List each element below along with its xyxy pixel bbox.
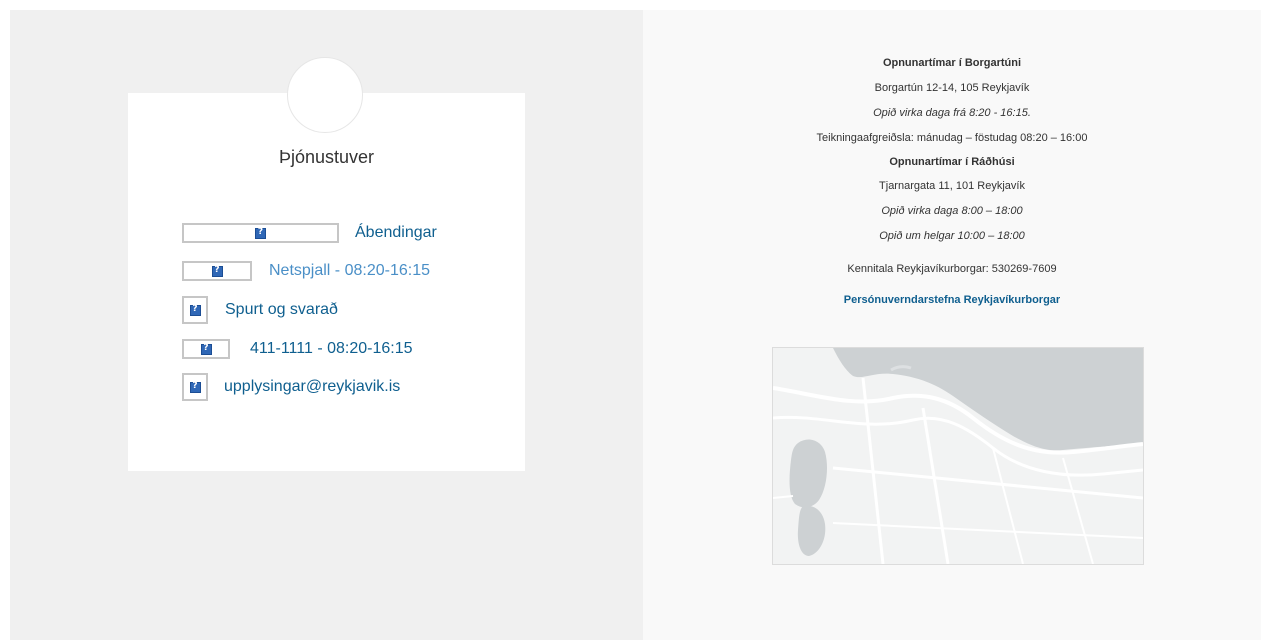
- phone-link[interactable]: 411-1111 - 08:20-16:15: [182, 339, 413, 359]
- map-graphic: [773, 348, 1143, 564]
- service-center-card: Þjónustuver Ábendingar Netspjall - 08:20…: [128, 57, 525, 471]
- broken-image-icon: [182, 223, 339, 243]
- avatar: [287, 57, 363, 133]
- broken-image-icon: [182, 373, 208, 401]
- borgartun-address: Borgartún 12-14, 105 Reykjavík: [874, 82, 1030, 94]
- borgartun-heading: Opnunartímar í Borgartúni: [882, 57, 1022, 69]
- radhus-weekday-hours: Opið virka daga 8:00 – 18:00: [881, 205, 1023, 217]
- web-chat-label: Netspjall - 08:20-16:15: [269, 262, 430, 279]
- faq-link[interactable]: Spurt og svarað: [182, 296, 338, 324]
- radhus-weekend-hours: Opið um helgar 10:00 – 18:00: [879, 230, 1025, 242]
- contact-panel: Þjónustuver Ábendingar Netspjall - 08:20…: [10, 10, 643, 640]
- card-title: Þjónustuver: [278, 147, 375, 167]
- privacy-policy-link[interactable]: Persónuverndarstefna Reykjavíkurborgar: [844, 294, 1060, 306]
- location-map[interactable]: [772, 347, 1144, 565]
- broken-image-icon: [182, 296, 208, 324]
- privacy-policy-row: Persónuverndarstefna Reykjavíkurborgar: [643, 294, 1261, 306]
- email-link[interactable]: upplysingar@reykjavik.is: [182, 373, 400, 401]
- kennitala: Kennitala Reykjavíkurborgar: 530269-7609: [847, 263, 1057, 275]
- phone-label: 411-1111 - 08:20-16:15: [250, 340, 413, 357]
- feedback-link[interactable]: Ábendingar: [182, 223, 437, 243]
- faq-label: Spurt og svarað: [225, 301, 338, 318]
- broken-image-icon: [182, 339, 230, 359]
- web-chat-link[interactable]: Netspjall - 08:20-16:15: [182, 261, 430, 281]
- drawings-service-hours: Teikningaafgreiðsla: mánudag – föstudag …: [816, 132, 1088, 144]
- radhus-heading: Opnunartímar í Ráðhúsi: [889, 156, 1015, 168]
- email-label: upplysingar@reykjavik.is: [224, 378, 401, 395]
- broken-image-icon: [182, 261, 252, 281]
- feedback-label: Ábendingar: [355, 224, 437, 241]
- radhus-address: Tjarnargata 11, 101 Reykjavík: [879, 180, 1025, 192]
- borgartun-hours: Opið virka daga frá 8:20 - 16:15.: [873, 107, 1031, 119]
